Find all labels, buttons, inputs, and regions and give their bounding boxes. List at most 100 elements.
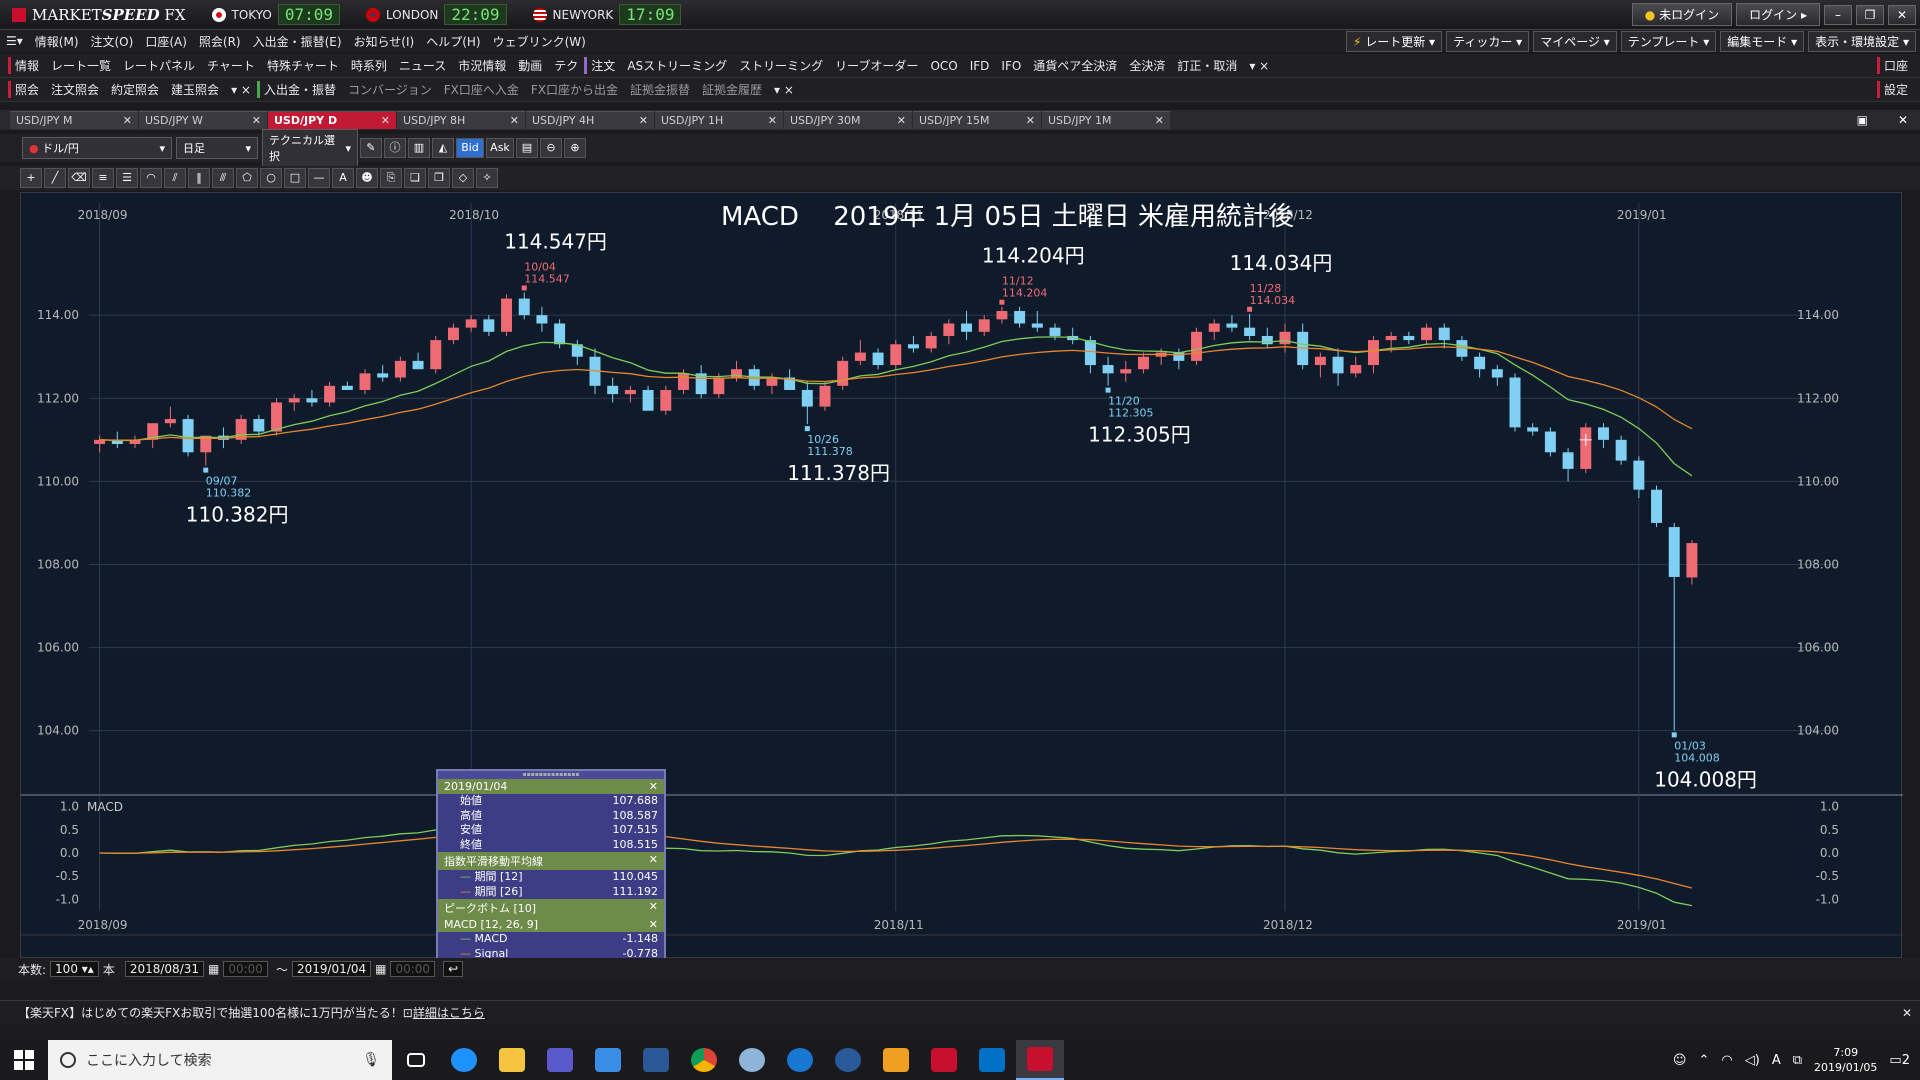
rate-update-dropdown[interactable]: ⚡ レート更新 ▾ <box>1345 30 1443 52</box>
toolbar-market-info[interactable]: 市況情報 <box>452 57 512 74</box>
arc-icon[interactable]: ◠ <box>140 168 162 188</box>
refresh-icon[interactable]: ↩ <box>443 961 464 977</box>
currency-pair-select[interactable]: ● ドル/円 ▾ <box>22 137 172 159</box>
layers2-icon[interactable]: ❐ <box>428 168 450 188</box>
toolbar-position-inquiry[interactable]: 建玉照会 <box>165 81 225 98</box>
count-stepper[interactable]: 100 ▾▴ <box>50 961 99 977</box>
text-icon[interactable]: A <box>332 168 354 188</box>
bird-app-icon[interactable] <box>872 1040 920 1080</box>
rectangle-icon[interactable]: □ <box>284 168 306 188</box>
area-chart-icon[interactable]: ◭ <box>432 138 454 158</box>
file-explorer-icon[interactable] <box>488 1040 536 1080</box>
hamburger-menu-icon[interactable]: ☰▾ <box>0 34 29 48</box>
toolbar-margin-history[interactable]: 証拠金履歴 <box>696 81 768 98</box>
vertical-lines-icon[interactable]: ‖ <box>188 168 210 188</box>
zoom-out-icon[interactable]: ⊖ <box>540 138 562 158</box>
volume-icon[interactable]: ◁) <box>1745 1053 1760 1068</box>
toolbar-video[interactable]: 動画 <box>512 57 548 74</box>
close-icon[interactable]: ✕ <box>510 114 519 127</box>
toolbar-technical[interactable]: テク <box>548 57 584 74</box>
notification-icon[interactable]: ▭2 <box>1889 1053 1910 1068</box>
close-window-button[interactable]: ✕ <box>1888 4 1916 25</box>
menu-order[interactable]: 注文(O) <box>85 33 140 50</box>
technical-select[interactable]: テクニカル選択 ▾ <box>262 129 358 167</box>
from-date-input[interactable]: 2018/08/31 <box>124 961 205 977</box>
menu-deposit[interactable]: 入出金・振替(E) <box>247 33 348 50</box>
edit-mode-dropdown[interactable]: 編集モード ▾ <box>1720 30 1805 52</box>
task-view-icon[interactable] <box>392 1040 440 1080</box>
toolbar-execution-inquiry[interactable]: 約定照会 <box>105 81 165 98</box>
feather-icon[interactable] <box>824 1040 872 1080</box>
toolbar-news[interactable]: ニュース <box>393 57 452 74</box>
close-icon[interactable]: ✕ <box>649 918 658 931</box>
toolbar-modify-cancel[interactable]: 訂正・取消 <box>1171 57 1243 74</box>
toolbar-pair-settle[interactable]: 通貨ペア全決済 <box>1027 57 1123 74</box>
paint-icon[interactable] <box>728 1040 776 1080</box>
outlook-icon[interactable] <box>968 1040 1016 1080</box>
fibonacci-icon[interactable]: ☰ <box>116 168 138 188</box>
horizontal-lines-icon[interactable]: ≡ <box>92 168 114 188</box>
marketspeed-icon[interactable] <box>920 1040 968 1080</box>
bid-button[interactable]: Bid <box>456 138 484 158</box>
toolbar-conversion[interactable]: コンバージョン <box>342 81 438 98</box>
candlestick-chart[interactable]: 104.00 104.00 106.00 106.00 108.00 108.00 110.… <box>21 193 1903 959</box>
ime-indicator[interactable]: A <box>1772 1053 1781 1068</box>
marketspeed-fx-icon[interactable] <box>1016 1040 1064 1080</box>
info-icon[interactable]: ⓘ <box>384 138 406 158</box>
period-select[interactable]: 日足 ▾ <box>176 137 258 159</box>
chevron-up-icon[interactable]: ⌃ <box>1698 1053 1709 1068</box>
close-icon[interactable]: ✕ <box>1026 114 1035 127</box>
magnet-icon[interactable]: ✧ <box>476 168 498 188</box>
edge-icon[interactable] <box>776 1040 824 1080</box>
circle-icon[interactable]: ○ <box>260 168 282 188</box>
close-panel-icon[interactable]: ✕ <box>1898 113 1908 127</box>
tab-usdjpy-4h[interactable]: USD/JPY 4H ✕ <box>526 111 654 129</box>
taskbar-clock[interactable]: 7:09 2019/01/05 <box>1814 1045 1877 1075</box>
word-icon[interactable] <box>632 1040 680 1080</box>
hline-icon[interactable]: — <box>308 168 330 188</box>
microphone-icon[interactable]: 🎙 <box>362 1052 380 1068</box>
tab-usdjpy-m[interactable]: USD/JPY M ✕ <box>10 111 138 129</box>
chrome-icon[interactable] <box>680 1040 728 1080</box>
toolbar-deposit-fx[interactable]: FX口座へ入金 <box>438 81 525 98</box>
drag-handle[interactable]: ▪▪▪▪▪▪▪▪▪▪▪▪▪▪ <box>438 771 664 779</box>
ask-button[interactable]: Ask <box>486 138 514 158</box>
to-time-input[interactable]: 00:00 <box>390 961 436 977</box>
data-panel[interactable]: ▪▪▪▪▪▪▪▪▪▪▪▪▪▪ 2019/01/04 ✕ 始値 107.688 高値 1… <box>436 769 666 966</box>
polygon-icon[interactable]: ⬠ <box>236 168 258 188</box>
menu-weblink[interactable]: ウェブリンク(W) <box>487 33 592 50</box>
ad-link[interactable]: 詳細はこちら <box>413 1004 485 1021</box>
close-icon[interactable]: ✕ <box>768 114 777 127</box>
mypage-dropdown[interactable]: マイページ ▾ <box>1533 30 1617 52</box>
zoom-in-icon[interactable]: ⊕ <box>564 138 586 158</box>
close-icon[interactable]: ✕ <box>1902 1006 1912 1020</box>
toolbar-special-chart[interactable]: 特殊チャート <box>261 57 345 74</box>
action-icon[interactable]: ⧉ <box>1793 1053 1802 1068</box>
calendar-icon[interactable]: ▦ <box>208 962 219 976</box>
toolbar-ifo[interactable]: IFO <box>995 59 1027 73</box>
toolbar-order-inquiry[interactable]: 注文照会 <box>45 81 105 98</box>
copy-icon[interactable]: ⎘ <box>380 168 402 188</box>
people-icon[interactable]: ☺ <box>1673 1053 1687 1068</box>
toolbar-ifd[interactable]: IFD <box>964 59 996 73</box>
menu-news[interactable]: お知らせ(I) <box>348 33 421 50</box>
close-icon[interactable]: ✕ <box>1155 114 1164 127</box>
toolbar-margin-transfer[interactable]: 証拠金振替 <box>624 81 696 98</box>
tab-usdjpy-15m[interactable]: USD/JPY 15M ✕ <box>913 111 1041 129</box>
menu-account[interactable]: 口座(A) <box>139 33 193 50</box>
calculator-icon[interactable] <box>536 1040 584 1080</box>
erase-all-icon[interactable]: ◇ <box>452 168 474 188</box>
close-icon[interactable]: ✕ <box>649 853 658 869</box>
candle-type-icon[interactable]: ▥ <box>408 138 430 158</box>
tab-usdjpy-30m[interactable]: USD/JPY 30M ✕ <box>784 111 912 129</box>
network-icon[interactable]: ◠ <box>1721 1053 1732 1068</box>
toolbar-rate-list[interactable]: レート一覧 <box>45 57 117 74</box>
toolbar-account[interactable]: 口座 <box>1876 57 1914 74</box>
close-icon[interactable]: ✕ <box>381 114 390 127</box>
tab-usdjpy-w[interactable]: USD/JPY W ✕ <box>139 111 267 129</box>
eraser-icon[interactable]: ⌫ <box>68 168 90 188</box>
close-icon[interactable]: ✕ <box>123 114 132 127</box>
template-dropdown[interactable]: テンプレート ▾ <box>1620 30 1717 52</box>
layers-icon[interactable]: ❏ <box>404 168 426 188</box>
toolbar-rate-panel[interactable]: レートパネル <box>117 57 201 74</box>
